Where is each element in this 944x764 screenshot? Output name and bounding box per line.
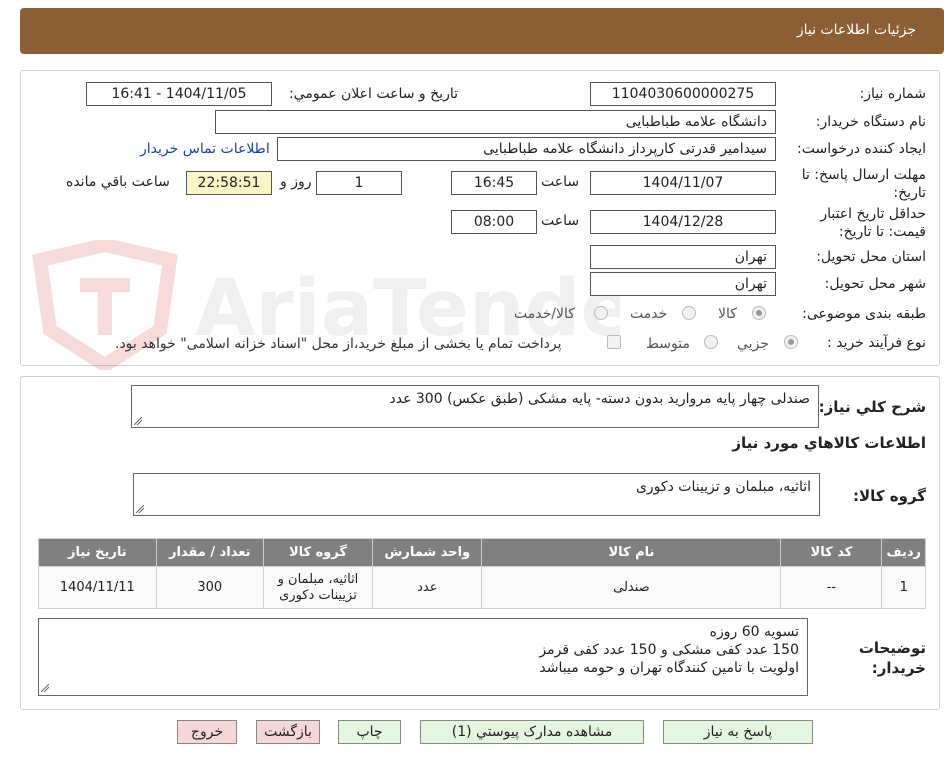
buyer-notes-line: 150 عدد کفی مشکی و 150 عدد کفی قرمز <box>539 642 799 658</box>
city-label: شهر محل تحویل: <box>824 276 926 292</box>
items-table: ردیف کد کالا نام کالا واحد شمارش گروه کا… <box>38 538 926 609</box>
view-attachments-button[interactable]: مشاهده مدارک پیوستي (1) <box>420 720 644 744</box>
cell-row-number: 1 <box>881 566 926 609</box>
col-header-group: گروه کالا <box>262 538 374 567</box>
category-both-label: کالا/خدمت <box>514 306 575 322</box>
process-label: نوع فرآیند خرید : <box>827 335 926 351</box>
city-field: تهران <box>590 272 776 296</box>
col-header-item-code: کد کالا <box>780 538 883 567</box>
goods-info-title: اطلاعات کالاهاي مورد نیاز <box>732 434 926 452</box>
deadline-date-field: 1404/11/07 <box>590 171 776 195</box>
process-minor-radio[interactable] <box>784 335 798 349</box>
requester-label: ایجاد کننده درخواست: <box>797 141 926 157</box>
category-both-radio[interactable] <box>594 306 608 320</box>
deadline-label: مهلت ارسال پاسخ: تا تاریخ: <box>801 167 926 201</box>
cell-item-name: صندلی <box>481 566 782 609</box>
remaining-label: ساعت باقي مانده <box>66 174 170 190</box>
province-label: استان محل تحویل: <box>816 249 926 265</box>
cell-group: اثاثیه، مبلمان و تزیینات دکوری <box>262 566 374 609</box>
announce-field: 1404/11/05 - 16:41 <box>86 82 272 106</box>
table-row: 1 -- صندلی عدد اثاثیه، مبلمان و تزیینات … <box>38 566 926 609</box>
buyer-notes-textarea: تسویه 60 روزه 150 عدد کفی مشکی و 150 عدد… <box>38 618 808 696</box>
cell-item-code: -- <box>780 566 883 609</box>
buyer-notes-label: توضیحات خریدار: <box>858 639 926 677</box>
days-field: 1 <box>316 171 402 195</box>
process-medium-label: متوسط <box>646 336 690 352</box>
summary-textarea: صندلی چهار پایه مروارید بدون دسته- پایه … <box>131 385 819 428</box>
buyer-contact-link[interactable]: اطلاعات تماس خریدار <box>140 141 270 157</box>
cell-quantity: 300 <box>155 566 264 609</box>
page-header: جزئیات اطلاعات نیاز <box>20 8 944 54</box>
table-header-row: ردیف کد کالا نام کالا واحد شمارش گروه کا… <box>38 538 926 567</box>
validity-time-label: ساعت <box>541 213 580 229</box>
remaining-time-field: 22:58:51 <box>186 171 272 195</box>
category-label: طبقه بندی موضوعی: <box>802 306 926 322</box>
requester-field: سیدامیر قدرتی کارپرداز دانشگاه علامه طبا… <box>277 137 776 161</box>
exit-button[interactable]: خروج <box>177 720 237 744</box>
process-minor-label: جزیي <box>737 336 769 352</box>
buyer-org-field: دانشگاه علامه طباطبایی <box>215 110 776 134</box>
validity-time-field: 08:00 <box>451 210 537 234</box>
resize-grip-icon[interactable] <box>134 417 142 425</box>
category-goods-label: کالا <box>718 306 737 322</box>
category-goods-radio[interactable] <box>752 306 766 320</box>
deadline-time-field: 16:45 <box>451 171 537 195</box>
goods-group-textarea: اثاثیه، مبلمان و تزیینات دکوری <box>133 473 820 516</box>
buyer-notes-line: تسویه 60 روزه <box>709 624 799 640</box>
buyer-notes-line: اولویت با تامین کنندگاه تهران و حومه میب… <box>539 660 799 676</box>
validity-label: حداقل تاریخ اعتبار قیمت: تا تاریخ: <box>820 206 926 240</box>
goods-group-label: گروه کالا: <box>853 487 926 505</box>
province-field: تهران <box>590 245 776 269</box>
payment-note: پرداخت تمام یا بخشی از مبلغ خرید،از محل … <box>115 336 562 352</box>
page-title: جزئیات اطلاعات نیاز <box>796 22 916 38</box>
print-button[interactable]: چاپ <box>338 720 401 744</box>
col-header-unit: واحد شمارش <box>372 538 483 567</box>
back-button[interactable]: بازگشت <box>256 720 320 744</box>
treasury-checkbox[interactable] <box>607 335 621 349</box>
cell-need-date: 1404/11/11 <box>38 566 157 609</box>
category-service-label: خدمت <box>630 306 668 322</box>
cell-unit: عدد <box>372 566 483 609</box>
days-label: روز و <box>280 174 312 190</box>
need-number-label: شماره نیاز: <box>859 86 927 102</box>
reply-button[interactable]: پاسخ به نیاز <box>663 720 813 744</box>
process-medium-radio[interactable] <box>704 335 718 349</box>
summary-label: شرح کلي نیاز: <box>818 398 926 416</box>
buyer-org-label: نام دستگاه خریدار: <box>815 114 926 130</box>
goods-group-text: اثاثیه، مبلمان و تزیینات دکوری <box>635 479 811 495</box>
deadline-time-label: ساعت <box>541 174 580 190</box>
need-number-field: 1104030600000275 <box>590 82 776 106</box>
validity-date-field: 1404/12/28 <box>590 210 776 234</box>
summary-text: صندلی چهار پایه مروارید بدون دسته- پایه … <box>389 391 811 407</box>
resize-grip-icon[interactable] <box>41 684 49 692</box>
col-header-row-number: ردیف <box>881 538 926 567</box>
col-header-need-date: تاریخ نیاز <box>38 538 157 567</box>
category-service-radio[interactable] <box>682 306 696 320</box>
announce-label: تاریخ و ساعت اعلان عمومي: <box>289 86 458 102</box>
resize-grip-icon[interactable] <box>136 505 144 513</box>
col-header-quantity: تعداد / مقدار <box>155 538 264 567</box>
col-header-item-name: نام کالا <box>481 538 782 567</box>
